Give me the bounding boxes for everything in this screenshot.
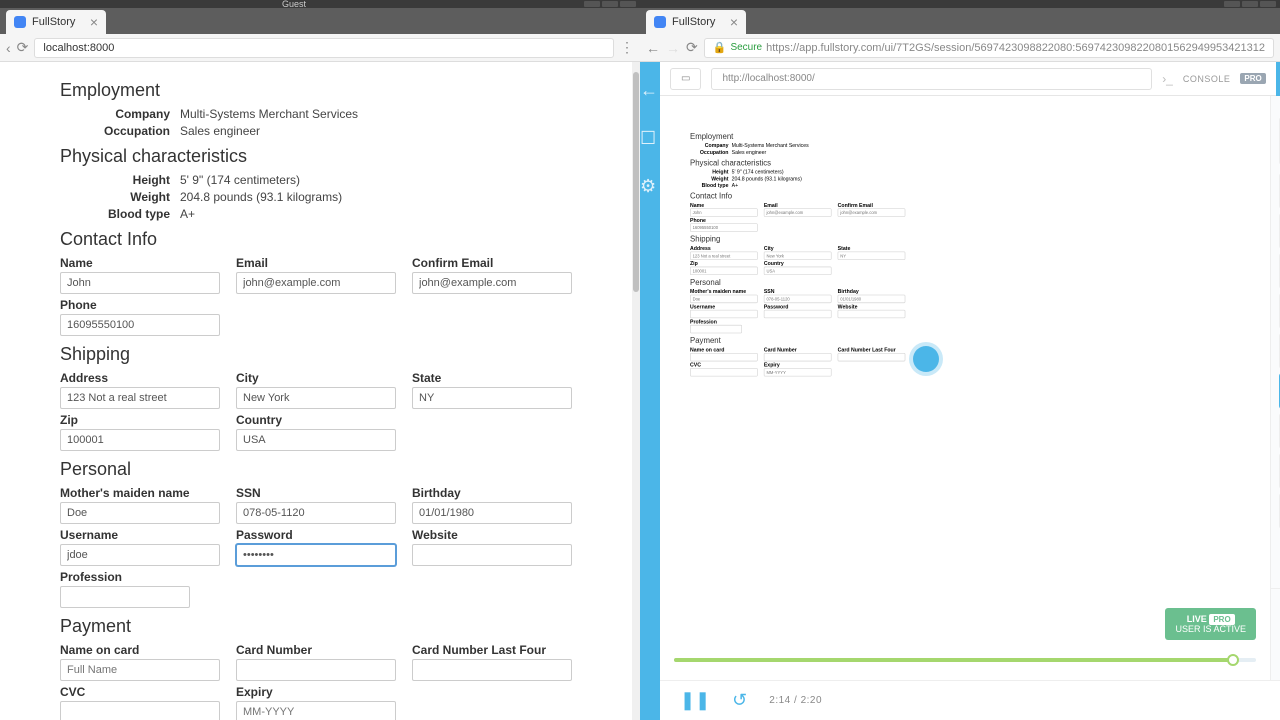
window-minimize[interactable]: [584, 1, 600, 7]
window-titlebar: [640, 0, 1280, 8]
device-icon: ▭: [670, 68, 701, 90]
window-maximize[interactable]: [602, 1, 618, 7]
phone-field[interactable]: [60, 314, 220, 336]
ssn-field[interactable]: [236, 502, 396, 524]
state-field[interactable]: [412, 387, 572, 409]
profession-field[interactable]: [60, 586, 190, 608]
tab-strip: FullStory ×: [640, 8, 1280, 34]
playback-button[interactable]: ▶PLAYBACK: [1276, 62, 1280, 96]
window-titlebar: Guest: [0, 0, 640, 8]
cardnumber-field[interactable]: [236, 659, 396, 681]
cardlast4-field[interactable]: [412, 659, 572, 681]
address-bar: ← → ⟳ 🔒 Secure https://app.fullstory.com…: [640, 34, 1280, 62]
email-field[interactable]: [236, 272, 396, 294]
tab-title: FullStory: [32, 16, 75, 28]
page-content: Employment CompanyMulti-Systems Merchant…: [0, 62, 640, 720]
password-field[interactable]: [236, 544, 396, 566]
pro-badge: PRO: [1240, 73, 1265, 84]
briefcase-icon[interactable]: ☐: [640, 128, 660, 148]
event-list[interactable]: ⌨Changed ("USA") :↖Clicked⌨Changed ("Doe…: [1271, 169, 1280, 588]
favicon-icon: [654, 16, 666, 28]
browser-tab[interactable]: FullStory ×: [6, 10, 106, 34]
window-minimize[interactable]: [1224, 1, 1240, 7]
console-label[interactable]: CONSOLE: [1183, 74, 1231, 84]
timeline[interactable]: [660, 658, 1270, 676]
contact-heading: Contact Info: [60, 229, 580, 250]
favicon-icon: [14, 16, 26, 28]
cvc-field[interactable]: [60, 701, 220, 720]
website-field[interactable]: [412, 544, 572, 566]
cardname-field[interactable]: [60, 659, 220, 681]
live-badge: LIVE PRO USER IS ACTIVE: [1165, 608, 1256, 640]
replay-viewport: Employment CompanyMulti-Systems Merchant…: [660, 96, 1270, 680]
expiry-field[interactable]: [236, 701, 396, 720]
zip-field[interactable]: [60, 429, 220, 451]
time-display: 2:14 / 2:20: [769, 695, 822, 706]
pause-icon[interactable]: ❚❚: [680, 690, 710, 711]
employment-heading: Employment: [60, 80, 580, 101]
city-field[interactable]: [236, 387, 396, 409]
address-bar: ‹ ⟳ localhost:8000 ⋮: [0, 34, 640, 62]
payment-heading: Payment: [60, 616, 580, 637]
devtools-icon[interactable]: ›_: [1162, 72, 1173, 86]
personal-heading: Personal: [60, 459, 580, 480]
forward-icon: →: [666, 40, 680, 56]
url-input[interactable]: 🔒 Secure https://app.fullstory.com/ui/7T…: [704, 38, 1274, 58]
next-session-play[interactable]: ▶: [1271, 610, 1280, 680]
close-icon[interactable]: ×: [90, 14, 98, 30]
window-close[interactable]: [620, 1, 636, 7]
player-topbar: ▭ http://localhost:8000/ ›_ CONSOLE PRO …: [660, 62, 1280, 96]
scrollbar-thumb[interactable]: [633, 72, 639, 292]
right-browser-window: FullStory × ← → ⟳ 🔒 Secure https://app.f…: [640, 0, 1280, 720]
timeline-knob[interactable]: [1227, 654, 1239, 666]
session-player: ▭ http://localhost:8000/ ›_ CONSOLE PRO …: [660, 62, 1280, 720]
left-browser-window: Guest FullStory × ‹ ⟳ localhost:8000 ⋮ E…: [0, 0, 640, 720]
shipping-heading: Shipping: [60, 344, 580, 365]
rewind-icon[interactable]: ↺: [732, 690, 747, 711]
back-icon[interactable]: ←: [646, 40, 660, 56]
physical-heading: Physical characteristics: [60, 146, 580, 167]
maiden-name-field[interactable]: [60, 502, 220, 524]
gear-icon[interactable]: ⚙: [640, 176, 660, 196]
window-close[interactable]: [1260, 1, 1276, 7]
name-field[interactable]: [60, 272, 220, 294]
back-icon[interactable]: ‹: [6, 40, 11, 56]
close-icon[interactable]: ×: [730, 14, 738, 30]
fullstory-sidenav: ← ☐ ⚙: [640, 62, 660, 720]
back-arrow-icon[interactable]: ←: [640, 80, 660, 100]
next-session-row: NEXT SESSION AUTOPLAY OFF: [1271, 588, 1280, 610]
window-maximize[interactable]: [1242, 1, 1258, 7]
browser-tab[interactable]: FullStory ×: [646, 10, 746, 34]
scrollbar[interactable]: [632, 62, 640, 720]
session-url: http://localhost:8000/: [711, 68, 1152, 90]
reload-icon[interactable]: ⟳: [686, 39, 698, 56]
menu-icon[interactable]: ⋮: [620, 39, 634, 56]
player-controls: ❚❚ ↺ 2:14 / 2:20 ‹ SHARE FULL SCREEN: [660, 680, 1280, 720]
url-input[interactable]: localhost:8000: [34, 38, 614, 58]
confirm-email-field[interactable]: [412, 272, 572, 294]
back-to-top[interactable]: BACK TO TOP: [1271, 96, 1280, 113]
event-panel: BACK TO TOP ☺ User 15 5:27 PM • CHROME, …: [1270, 96, 1280, 680]
reload-icon[interactable]: ⟳: [17, 39, 29, 56]
address-field[interactable]: [60, 387, 220, 409]
username-field[interactable]: [60, 544, 220, 566]
tab-title: FullStory: [672, 16, 715, 28]
lock-icon: 🔒: [713, 41, 727, 54]
birthday-field[interactable]: [412, 502, 572, 524]
country-field[interactable]: [236, 429, 396, 451]
tab-strip: FullStory ×: [0, 8, 640, 34]
replay-cursor-icon: [913, 346, 939, 372]
